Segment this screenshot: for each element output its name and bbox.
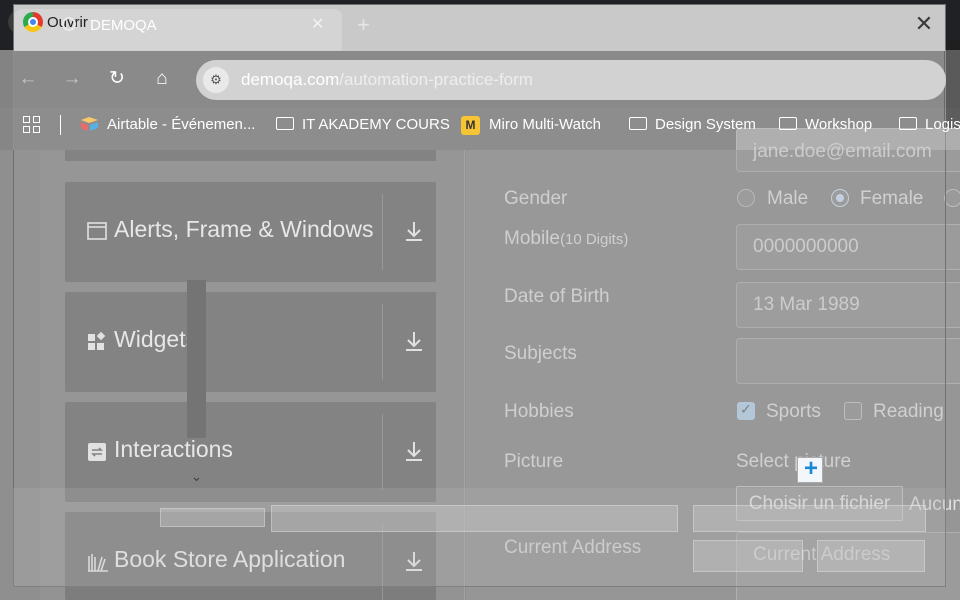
- window-close-icon[interactable]: ✕: [911, 11, 937, 37]
- ghost-box: [160, 508, 265, 527]
- tab-favicon-icon: [62, 17, 76, 31]
- bookmark-logis[interactable]: Logis: [899, 116, 960, 133]
- url-text[interactable]: demoqa.com/automation-practice-form: [241, 70, 533, 90]
- bookmark-workshop[interactable]: Workshop: [779, 116, 872, 133]
- folder-icon: [779, 117, 797, 130]
- folder-icon: [899, 117, 917, 130]
- bookmark-label: IT AKADEMY COURS: [302, 116, 450, 133]
- home-button[interactable]: ⌂: [151, 68, 173, 90]
- bookmark-airtable[interactable]: Airtable - Événemen...: [107, 116, 255, 133]
- bookmark-miro[interactable]: Miro Multi-Watch: [489, 116, 601, 133]
- url-path: /automation-practice-form: [339, 70, 533, 89]
- plus-cursor-icon: +: [797, 455, 823, 483]
- overlay-bottom-band: [13, 488, 946, 587]
- gender-other-radio[interactable]: [944, 189, 960, 207]
- url-domain: demoqa.com: [241, 70, 340, 89]
- ghost-box: [271, 505, 678, 532]
- ghost-box: [693, 505, 926, 532]
- new-tab-button[interactable]: +: [357, 12, 370, 38]
- ghost-box: [693, 540, 803, 572]
- site-info-icon[interactable]: ⚙: [203, 67, 229, 93]
- tab-title[interactable]: DEMOQA: [90, 17, 157, 34]
- back-button[interactable]: ←: [17, 68, 39, 90]
- forward-button[interactable]: →: [61, 68, 83, 90]
- bookmark-it-akademy[interactable]: IT AKADEMY COURS: [276, 116, 450, 133]
- miro-icon: M: [461, 116, 480, 135]
- ghost-box: [817, 540, 925, 572]
- folder-icon: [276, 117, 294, 130]
- bookmark-design-system[interactable]: Design System: [629, 116, 756, 133]
- tab-close-icon[interactable]: ✕: [311, 14, 324, 34]
- bookmarks-separator: [60, 115, 61, 135]
- folder-icon: [629, 117, 647, 130]
- bookmark-label: Workshop: [805, 116, 873, 133]
- bookmark-label: Logis: [925, 116, 960, 133]
- bookmark-label: Design System: [655, 116, 756, 133]
- reload-button[interactable]: ↻: [106, 68, 128, 90]
- chrome-logo-icon: [23, 12, 43, 32]
- apps-grid-icon[interactable]: [23, 116, 41, 134]
- airtable-icon: [80, 116, 99, 132]
